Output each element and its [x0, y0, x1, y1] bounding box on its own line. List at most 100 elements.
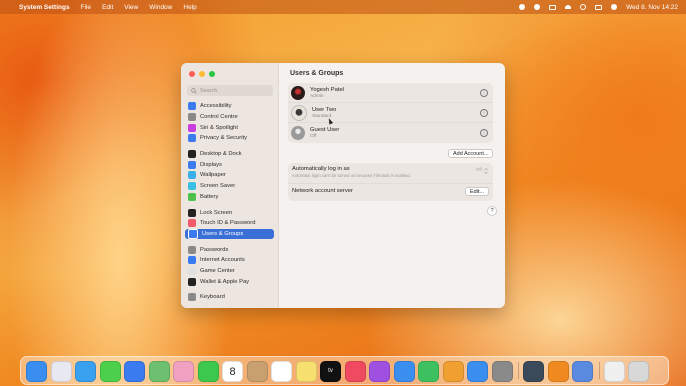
wifi-icon[interactable] [565, 5, 572, 9]
sidebar-item-screen-saver[interactable]: Screen Saver [185, 181, 274, 192]
lock-icon [188, 208, 196, 217]
sidebar-item-privacy-security[interactable]: Privacy & Security [185, 133, 274, 144]
info-icon[interactable]: i [480, 129, 488, 137]
search-field[interactable]: Search [187, 85, 273, 96]
dock-separator [598, 362, 600, 379]
preview-icon[interactable] [572, 361, 593, 382]
sidebar-item-wallet-apple-pay[interactable]: Wallet & Apple Pay [185, 276, 274, 287]
app-store-icon[interactable] [467, 361, 488, 382]
sidebar-item-label: Screen Saver [200, 183, 236, 190]
system-settings-icon[interactable] [491, 361, 513, 382]
sidebar-item-battery[interactable]: Battery [185, 192, 274, 203]
music-icon[interactable] [344, 361, 366, 382]
sidebar-item-siri-spotlight[interactable]: Siri & Spotlight [185, 122, 274, 133]
sidebar-item-label: Passwords [200, 246, 229, 253]
auto-login-select[interactable]: Off [476, 168, 482, 173]
add-account-button[interactable]: Add Account... [448, 149, 494, 158]
sidebar: Search Accessibility Control Centre Siri &… [181, 63, 279, 308]
sidebar-item-label: Wallet & Apple Pay [200, 278, 250, 285]
edit-button[interactable]: Edit... [464, 187, 489, 196]
menu-view[interactable]: View [124, 4, 138, 11]
notes-icon[interactable] [295, 361, 317, 382]
user-row-yogesh-patel[interactable]: Yogesh Patel Admin i [288, 83, 493, 103]
calendar-icon[interactable]: 8 [222, 361, 243, 382]
user-name: Yogesh Patel [310, 86, 344, 93]
menu-file[interactable]: File [81, 4, 91, 11]
podcasts-icon[interactable] [369, 361, 390, 382]
menu-window[interactable]: Window [149, 4, 172, 11]
minimize-window-button[interactable] [199, 71, 205, 77]
sidebar-item-internet-accounts[interactable]: Internet Accounts [185, 255, 274, 266]
user-name: Guest User [310, 127, 340, 133]
sidebar-item-desktop-dock[interactable]: Desktop & Dock [185, 149, 274, 160]
launchpad-icon[interactable] [50, 361, 72, 382]
user-role: Admin [310, 93, 324, 99]
sidebar-item-displays[interactable]: Displays [185, 159, 274, 170]
messages-icon[interactable] [99, 361, 121, 382]
screen-saver-icon [188, 182, 196, 191]
vlc-icon[interactable] [547, 361, 569, 382]
sidebar-item-control-centre[interactable]: Control Centre [185, 112, 274, 123]
info-icon[interactable]: i [480, 109, 488, 117]
sidebar-item-label: Battery [200, 193, 219, 200]
sidebar-item-lock-screen[interactable]: Lock Screen [185, 207, 274, 218]
numbers-icon[interactable] [418, 361, 439, 382]
sidebar-item-keyboard[interactable]: Keyboard [185, 292, 274, 303]
trash-icon[interactable] [628, 361, 649, 382]
finder-icon[interactable] [26, 361, 47, 382]
avatar [291, 104, 307, 121]
user-role: Off [310, 134, 317, 139]
tv-icon[interactable]: tv [320, 361, 341, 382]
user-status-icon[interactable] [534, 4, 541, 10]
mail-icon[interactable] [124, 361, 145, 382]
menu-bar: System Settings File Edit View Window He… [0, 0, 686, 14]
photos-icon[interactable] [173, 361, 194, 382]
sidebar-item-users-groups[interactable]: Users & Groups [185, 228, 274, 240]
maps-icon[interactable] [148, 361, 170, 382]
search-icon [191, 87, 197, 94]
pages-icon[interactable] [442, 361, 464, 382]
spotlight-icon[interactable] [580, 4, 587, 10]
traffic-lights [189, 71, 215, 77]
menubar-clock[interactable]: Wed 8. Nov 14:22 [626, 4, 678, 11]
facetime-icon[interactable] [197, 361, 219, 382]
control-centre-icon[interactable] [595, 4, 603, 10]
app-menu[interactable]: System Settings [19, 4, 70, 11]
sidebar-item-accessibility[interactable]: Accessibility [185, 101, 274, 112]
safari-icon[interactable] [75, 361, 96, 382]
auto-login-note: Automatic login can't be turned on becau… [292, 173, 411, 178]
network-server-row: Network account server Edit... [288, 184, 493, 201]
at-icon [188, 256, 196, 265]
info-icon[interactable]: i [480, 89, 488, 97]
user-name: User Two [312, 106, 337, 113]
chevron-updown-icon [484, 168, 488, 174]
fingerprint-icon [188, 219, 196, 228]
users-list: Yogesh Patel Admin i User Two Standard i… [288, 83, 493, 143]
sidebar-item-label: Control Centre [200, 114, 238, 121]
close-window-button[interactable] [189, 71, 195, 77]
screen-record-icon[interactable] [519, 4, 526, 10]
sidebar-item-touch-id-password[interactable]: Touch ID & Password [185, 218, 274, 229]
dock-separator [518, 362, 519, 379]
keynote-icon[interactable] [393, 361, 415, 382]
user-row-user-two[interactable]: User Two Standard i [288, 103, 493, 123]
sidebar-item-wallpaper[interactable]: Wallpaper [185, 170, 274, 181]
sidebar-item-label: Wallpaper [200, 172, 226, 179]
auto-login-label: Automatically log in as [292, 166, 350, 172]
sidebar-item-game-center[interactable]: Game Center [185, 266, 274, 277]
menu-help[interactable]: Help [183, 4, 196, 11]
user-row-guest-user[interactable]: Guest User Off i [288, 123, 493, 143]
document-icon[interactable] [603, 361, 625, 382]
users-icon [188, 228, 198, 239]
reminders-icon[interactable] [271, 361, 292, 382]
search-placeholder: Search [200, 87, 218, 94]
sidebar-item-passwords[interactable]: Passwords [185, 244, 274, 255]
help-button[interactable]: ? [487, 206, 497, 216]
user-role: Standard [312, 113, 332, 119]
zoom-window-button[interactable] [209, 71, 215, 77]
quicktime-icon[interactable] [523, 361, 544, 382]
menu-edit[interactable]: Edit [102, 4, 113, 11]
siri-icon[interactable] [611, 4, 618, 10]
contacts-icon[interactable] [246, 361, 268, 382]
battery-status-icon[interactable] [549, 4, 557, 10]
